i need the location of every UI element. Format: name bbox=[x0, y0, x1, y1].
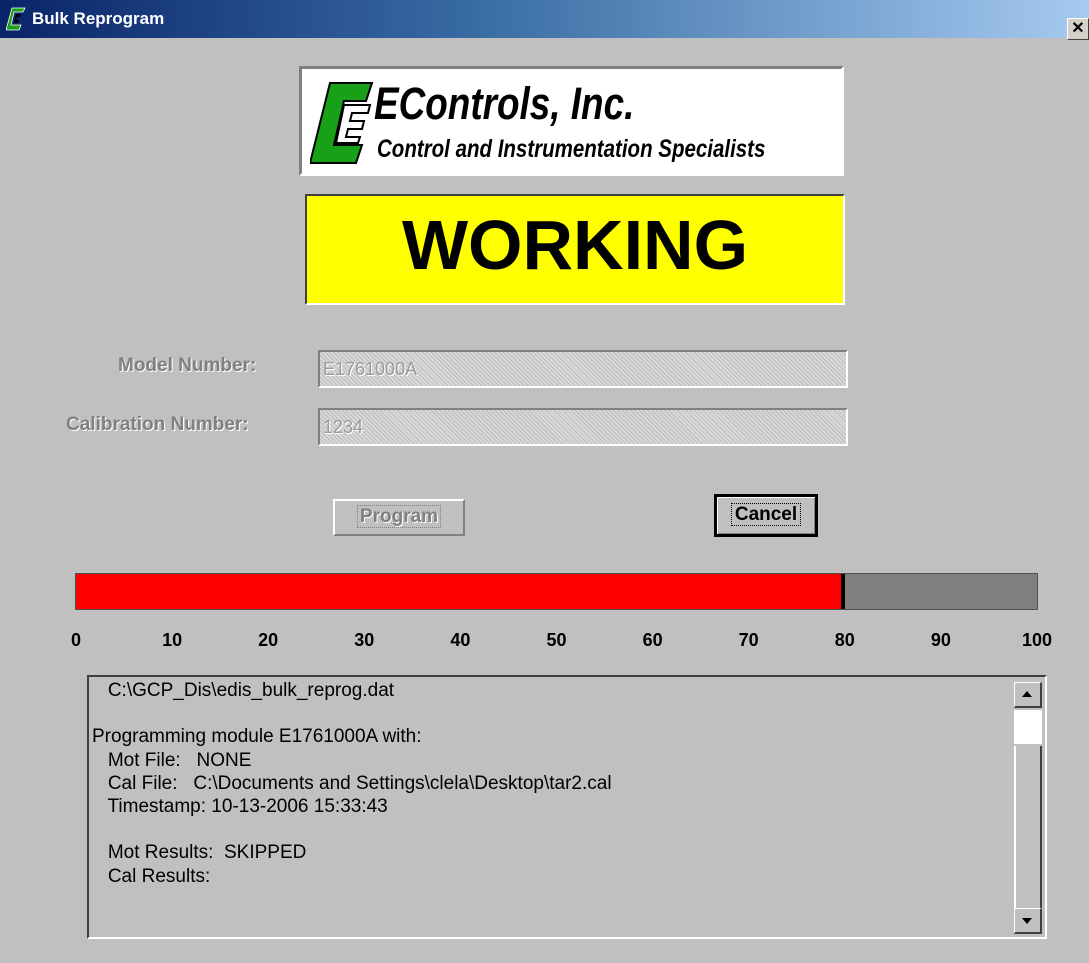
progress-scale-tick: 90 bbox=[930, 630, 951, 650]
scroll-down-button[interactable] bbox=[1014, 908, 1042, 934]
cancel-button[interactable]: Cancel bbox=[714, 494, 818, 537]
log-line: Cal File: C:\Documents and Settings\clel… bbox=[92, 772, 612, 794]
close-button[interactable]: ✕ bbox=[1067, 18, 1089, 40]
status-banner: WORKING bbox=[305, 194, 845, 305]
log-scrollbar[interactable] bbox=[1014, 682, 1042, 934]
progress-scale-tick: 50 bbox=[546, 630, 567, 650]
progress-scale-tick: 30 bbox=[354, 630, 375, 650]
close-icon: ✕ bbox=[1071, 20, 1085, 37]
model-number-label: Model Number: bbox=[118, 355, 257, 376]
progress-scale-tick: 20 bbox=[258, 630, 279, 650]
title-bar[interactable]: Bulk Reprogram ✕ bbox=[0, 0, 1089, 40]
log-line: Programming module E1761000A with: bbox=[92, 726, 422, 748]
calibration-number-field[interactable] bbox=[318, 408, 848, 446]
log-line: C:\GCP_Dis\edis_bulk_reprog.dat bbox=[92, 680, 395, 701]
progress-scale-tick: 60 bbox=[642, 630, 663, 650]
progress-scale-tick: 70 bbox=[738, 630, 759, 650]
window-title: Bulk Reprogram bbox=[32, 9, 165, 28]
progress-scale-tick: 80 bbox=[834, 630, 855, 650]
model-number-field[interactable] bbox=[318, 350, 848, 388]
progress-scale-tick: 0 bbox=[70, 630, 82, 650]
econtrols-logo-mark bbox=[310, 82, 374, 164]
log-line: Timestamp: 10-13-2006 15:33:43 bbox=[92, 795, 388, 817]
company-tagline: Control and Instrumentation Specialists bbox=[377, 135, 766, 163]
progress-scale-tick: 40 bbox=[450, 630, 471, 650]
log-line: Cal Results: bbox=[92, 865, 211, 887]
scroll-track[interactable] bbox=[1014, 746, 1042, 908]
progress-scale-tick: 10 bbox=[162, 630, 183, 650]
bulk-reprogram-window: Bulk Reprogram ✕ EControls, Inc. Control… bbox=[0, 0, 1089, 963]
cancel-button-label: Cancel bbox=[730, 503, 802, 526]
arrow-down-icon bbox=[1022, 918, 1032, 924]
company-logo: EControls, Inc. Control and Instrumentat… bbox=[299, 66, 844, 176]
arrow-up-icon bbox=[1022, 691, 1032, 697]
progress-bar-fill bbox=[76, 574, 845, 609]
progress-scale-tick: 100 bbox=[1021, 630, 1053, 650]
program-button-label: Program bbox=[356, 505, 442, 528]
app-logo-icon bbox=[6, 7, 26, 31]
scroll-up-button[interactable] bbox=[1014, 682, 1042, 708]
log-text: C:\GCP_Dis\edis_bulk_reprog.dat Programmi… bbox=[92, 679, 1012, 888]
company-name: EControls, Inc. bbox=[374, 78, 635, 129]
log-line: Mot Results: SKIPPED bbox=[92, 842, 307, 864]
log-line: Mot File: NONE bbox=[92, 749, 252, 771]
scroll-thumb[interactable] bbox=[1014, 710, 1042, 746]
program-button[interactable]: Program bbox=[333, 499, 465, 536]
log-output[interactable]: C:\GCP_Dis\edis_bulk_reprog.dat Programmi… bbox=[87, 675, 1047, 939]
progress-bar bbox=[75, 573, 1038, 610]
calibration-number-label: Calibration Number: bbox=[66, 414, 249, 435]
